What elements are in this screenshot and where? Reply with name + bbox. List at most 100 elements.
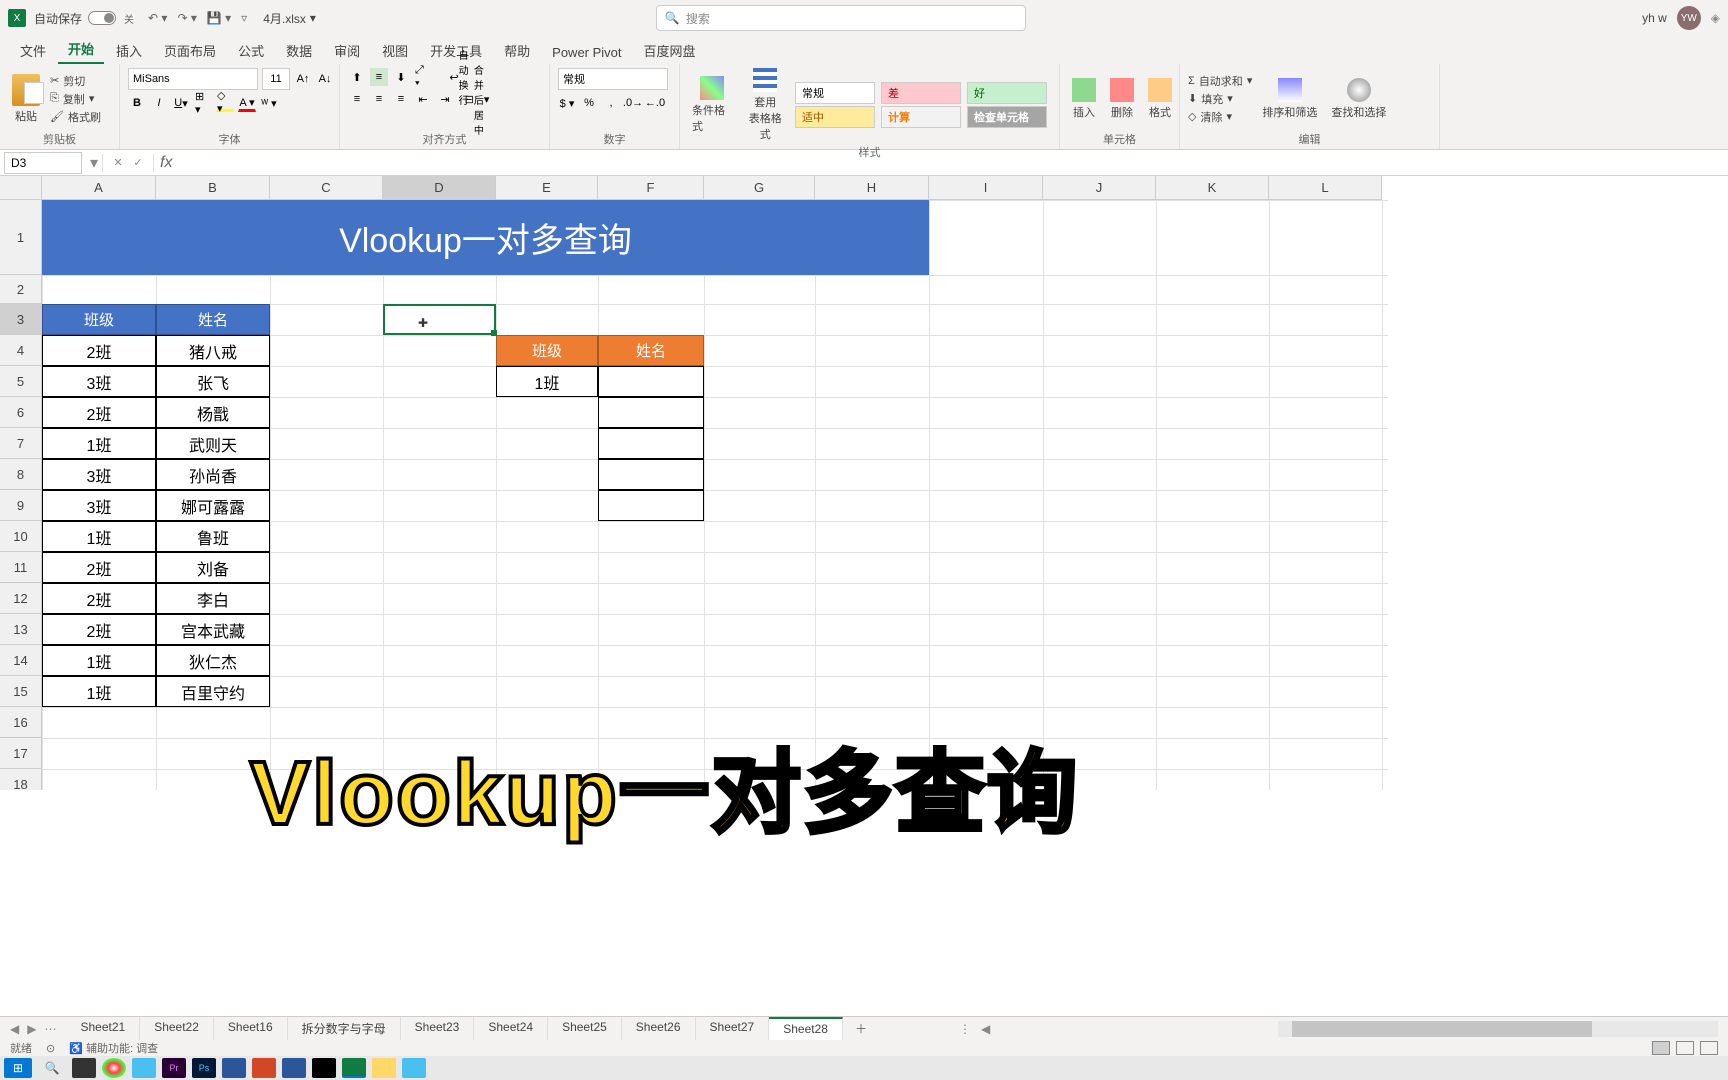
sheet-tab-Sheet28[interactable]: Sheet28: [769, 1017, 843, 1040]
left-row-2-name[interactable]: 杨戬: [156, 397, 270, 428]
left-row-11-class[interactable]: 1班: [42, 676, 156, 707]
dec-decimal-icon[interactable]: ←.0: [646, 94, 664, 112]
col-header-G[interactable]: G: [704, 176, 815, 200]
fx-icon[interactable]: fx: [154, 154, 178, 172]
col-header-C[interactable]: C: [270, 176, 383, 200]
left-row-0-name[interactable]: 猪八戒: [156, 335, 270, 366]
sheet-tab-Sheet27[interactable]: Sheet27: [696, 1017, 770, 1040]
col-header-B[interactable]: B: [156, 176, 270, 200]
photoshop-icon[interactable]: Ps: [192, 1058, 216, 1078]
diamond-icon[interactable]: ◈: [1711, 11, 1720, 25]
left-row-9-class[interactable]: 2班: [42, 614, 156, 645]
autosave[interactable]: 自动保存 关: [34, 10, 134, 27]
underline-button[interactable]: U ▾: [172, 94, 190, 112]
row-header-14[interactable]: 14: [0, 645, 42, 676]
powerpoint-icon[interactable]: [252, 1058, 276, 1078]
left-header-name[interactable]: 姓名: [156, 304, 270, 335]
font-name-select[interactable]: [128, 68, 258, 90]
tab-百度网盘[interactable]: 百度网盘: [634, 37, 706, 64]
currency-icon[interactable]: $ ▾: [558, 94, 576, 112]
chrome-icon[interactable]: [102, 1058, 126, 1078]
italic-button[interactable]: I: [150, 94, 168, 112]
accessibility-label[interactable]: ♿ 辅助功能: 调查: [69, 1040, 158, 1056]
align-right-icon[interactable]: ≡: [392, 90, 410, 108]
save-icon[interactable]: 💾 ▾: [207, 11, 231, 25]
style-check[interactable]: 检查单元格: [967, 106, 1047, 128]
row-header-7[interactable]: 7: [0, 428, 42, 459]
hscroll-left-icon[interactable]: ◀: [981, 1022, 990, 1036]
sheet-next-icon[interactable]: ▶: [27, 1022, 36, 1036]
style-bad[interactable]: 差: [881, 82, 961, 104]
tab-页面布局[interactable]: 页面布局: [154, 37, 226, 64]
col-header-K[interactable]: K: [1156, 176, 1269, 200]
add-sheet-button[interactable]: ＋: [843, 1020, 879, 1037]
insert-cells-button[interactable]: 插入: [1068, 78, 1100, 120]
indent-inc-icon[interactable]: ⇥: [436, 90, 454, 108]
style-calc[interactable]: 计算: [881, 106, 961, 128]
enter-formula-icon[interactable]: ✓: [129, 154, 147, 172]
left-row-11-name[interactable]: 百里守约: [156, 676, 270, 707]
taskbar-app-2[interactable]: [132, 1058, 156, 1078]
taskbar-app-1[interactable]: [72, 1058, 96, 1078]
col-header-L[interactable]: L: [1269, 176, 1382, 200]
taskbar-app-5[interactable]: [402, 1058, 426, 1078]
indent-dec-icon[interactable]: ⇤: [414, 90, 432, 108]
left-row-4-name[interactable]: 孙尚香: [156, 459, 270, 490]
tab-数据[interactable]: 数据: [276, 37, 322, 64]
sheet-tab-Sheet26[interactable]: Sheet26: [622, 1017, 696, 1040]
right-result-3[interactable]: [598, 459, 704, 490]
chevron-down-icon[interactable]: ▾: [310, 11, 316, 25]
row-header-12[interactable]: 12: [0, 583, 42, 614]
search-taskbar-icon[interactable]: 🔍: [38, 1058, 66, 1078]
sort-filter-button[interactable]: 排序和筛选: [1258, 78, 1321, 120]
explorer-icon[interactable]: [372, 1058, 396, 1078]
row-header-4[interactable]: 4: [0, 335, 42, 366]
fill-color-button[interactable]: ◇ ▾: [216, 94, 234, 112]
right-header-class[interactable]: 班级: [496, 335, 598, 366]
row-header-5[interactable]: 5: [0, 366, 42, 397]
phonetic-button[interactable]: ᵂ ▾: [260, 94, 278, 112]
left-row-6-class[interactable]: 1班: [42, 521, 156, 552]
autosave-toggle[interactable]: [88, 11, 116, 25]
row-header-6[interactable]: 6: [0, 397, 42, 428]
left-row-8-class[interactable]: 2班: [42, 583, 156, 614]
tab-文件[interactable]: 文件: [10, 37, 56, 64]
sheet-tab-Sheet23[interactable]: Sheet23: [401, 1017, 475, 1040]
col-header-A[interactable]: A: [42, 176, 156, 200]
sheet-more-icon[interactable]: ⋯: [44, 1022, 56, 1036]
right-result-4[interactable]: [598, 490, 704, 521]
autosum-button[interactable]: Σ 自动求和 ▾: [1188, 73, 1252, 89]
sheet-tab-Sheet16[interactable]: Sheet16: [214, 1017, 288, 1040]
page-layout-icon[interactable]: [1676, 1041, 1694, 1055]
right-result-0[interactable]: [598, 366, 704, 397]
record-macro-icon[interactable]: ⊙: [46, 1042, 55, 1055]
row-header-8[interactable]: 8: [0, 459, 42, 490]
left-row-1-name[interactable]: 张飞: [156, 366, 270, 397]
left-row-3-class[interactable]: 1班: [42, 428, 156, 459]
cond-format-button[interactable]: 条件格式: [688, 76, 736, 134]
percent-icon[interactable]: %: [580, 94, 598, 112]
col-header-E[interactable]: E: [496, 176, 598, 200]
avatar[interactable]: YW: [1677, 6, 1701, 30]
sheet-tab-拆分数字与字母[interactable]: 拆分数字与字母: [288, 1017, 401, 1040]
delete-cells-button[interactable]: 删除: [1106, 78, 1138, 120]
left-row-7-class[interactable]: 2班: [42, 552, 156, 583]
number-format-select[interactable]: [558, 68, 668, 90]
tab-审阅[interactable]: 审阅: [324, 37, 370, 64]
active-cell[interactable]: [383, 304, 496, 335]
row-header-9[interactable]: 9: [0, 490, 42, 521]
row-header-18[interactable]: 18: [0, 769, 42, 790]
left-row-4-class[interactable]: 3班: [42, 459, 156, 490]
row-header-15[interactable]: 15: [0, 676, 42, 707]
tab-插入[interactable]: 插入: [106, 37, 152, 64]
name-box[interactable]: D3: [4, 152, 82, 174]
namebox-dropdown-icon[interactable]: ▾: [86, 153, 102, 173]
tab-公式[interactable]: 公式: [228, 37, 274, 64]
right-header-name[interactable]: 姓名: [598, 335, 704, 366]
left-row-1-class[interactable]: 3班: [42, 366, 156, 397]
right-result-2[interactable]: [598, 428, 704, 459]
col-header-F[interactable]: F: [598, 176, 704, 200]
excel-taskbar-icon[interactable]: [342, 1058, 366, 1078]
left-row-5-name[interactable]: 娜可露露: [156, 490, 270, 521]
qat-more-icon[interactable]: ▿: [241, 11, 247, 25]
